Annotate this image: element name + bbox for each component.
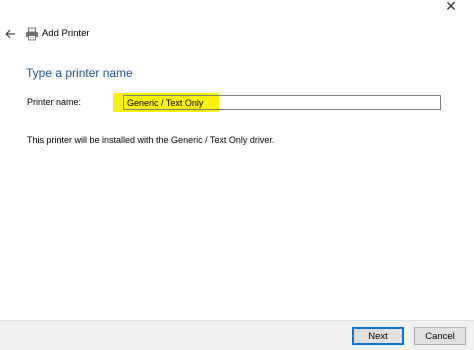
window-title: Add Printer [42, 28, 90, 39]
back-button[interactable] [3, 25, 17, 43]
close-button[interactable]: ✕ [428, 0, 474, 18]
close-icon[interactable]: ✕ [445, 0, 457, 14]
dialog-footer: Next Cancel [0, 320, 474, 350]
printer-name-input[interactable] [123, 95, 441, 110]
add-printer-window: ✕ Add Printer Type a printer name Printe… [0, 0, 474, 350]
driver-info-text: This printer will be installed with the … [27, 135, 275, 145]
page-heading: Type a printer name [26, 66, 133, 80]
back-arrow-icon[interactable] [4, 29, 16, 39]
next-button[interactable]: Next [352, 327, 404, 345]
printer-name-label: Printer name: [27, 97, 82, 107]
cancel-button[interactable]: Cancel [414, 327, 466, 345]
printer-icon [26, 27, 38, 41]
